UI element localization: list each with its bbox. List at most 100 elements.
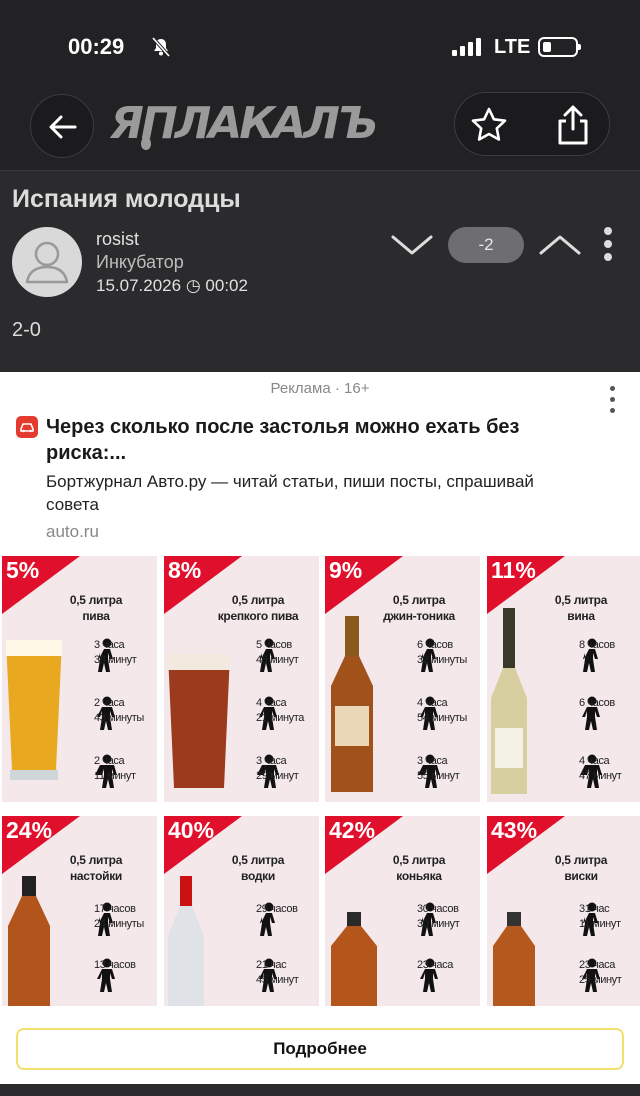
- time-row: 23 часа: [387, 956, 479, 996]
- brown-bottle-icon: [327, 616, 377, 801]
- time-row: 8 часов: [549, 636, 640, 676]
- time-label: 5 часов 48 минут: [256, 639, 299, 666]
- post-body: 2-0: [12, 319, 41, 341]
- time-row: 2 часа 11 минут: [64, 752, 156, 792]
- vodka-bottle-icon: [166, 876, 206, 1006]
- star-icon[interactable]: [469, 105, 509, 145]
- chevron-down-icon[interactable]: [390, 233, 434, 257]
- post-date: 15.07.2026 ◷ 00:02: [96, 276, 248, 296]
- author-rank: Инкубатор: [96, 252, 184, 272]
- time-label: 4 часа 21 минута: [256, 697, 305, 724]
- back-button[interactable]: [30, 94, 94, 158]
- time-label: 21 час 45 минут: [256, 959, 299, 986]
- whisky-bottle-icon: [489, 912, 539, 1006]
- drink-label: 0,5 литра коньяка: [392, 853, 446, 883]
- more-options-icon[interactable]: [602, 227, 614, 267]
- percent-label: 42%: [329, 817, 376, 843]
- time-row: 30 часов 30 минут: [387, 900, 479, 940]
- bell-muted-icon: [151, 36, 171, 58]
- time-label: 3 часа 55 минут: [417, 755, 460, 782]
- time-label: 2 часа 11 минут: [94, 755, 136, 782]
- infographic-card: 42% 0,5 литра коньяка 30 часов 30 минут 23 …: [325, 816, 480, 1006]
- ad-block[interactable]: Реклама · 16+ Через сколько после застол…: [0, 372, 640, 1084]
- infographic-card: 24% 0,5 литра настойки 17 часов 24 минуты 1…: [2, 816, 157, 1006]
- avatar[interactable]: [12, 227, 82, 297]
- drink-label: 0,5 литра крепкого пива: [217, 593, 299, 623]
- post: Испания молодцы rosist Инкубатор 15.07.2…: [0, 171, 640, 355]
- time-row: 4 часа 21 минута: [226, 694, 318, 734]
- network-label: LTE: [494, 36, 531, 58]
- infographic-card: 5% 0,5 литра пива 3 часа 38 минут 2 часа 43 …: [2, 556, 157, 802]
- drink-label: 0,5 литра настойки: [69, 853, 123, 883]
- ad-title[interactable]: Через сколько после застолья можно ехать…: [46, 414, 586, 466]
- percent-label: 8%: [168, 557, 202, 583]
- time-label: 6 часов: [579, 697, 615, 709]
- app-header: ЯПЛАКАЛЪ: [0, 90, 640, 171]
- time-label: 23 часа: [417, 959, 453, 971]
- cognac-bottle-icon: [327, 912, 381, 1006]
- infographic-card: 11% 0,5 литра вина 8 часов 6 часов 4 часа 47…: [487, 556, 640, 802]
- signal-icon: [452, 38, 481, 56]
- post-score: -2: [448, 227, 524, 263]
- percent-label: 40%: [168, 817, 215, 843]
- percent-label: 24%: [6, 817, 53, 843]
- ad-subtitle: Бортжурнал Авто.ру — читай статьи, пиши …: [46, 472, 534, 514]
- chevron-up-icon[interactable]: [538, 233, 582, 257]
- wine-bottle-icon: [489, 608, 529, 802]
- liqueur-bottle-icon: [4, 876, 54, 1006]
- drink-label: 0,5 литра джин-тоника: [383, 593, 455, 623]
- share-icon[interactable]: [553, 103, 593, 147]
- ad-domain: auto.ru: [46, 522, 99, 541]
- time-row: 6 часов: [549, 694, 640, 734]
- post-date-value: 15.07.2026: [96, 276, 182, 295]
- percent-label: 9%: [329, 557, 363, 583]
- time-label: 17 часов 24 минуты: [94, 903, 144, 930]
- time-label: 13 часов: [94, 959, 136, 971]
- time-row: 2 часа 43 минуты: [64, 694, 156, 734]
- time-label: 3 часа 38 минут: [94, 639, 137, 666]
- time-row: 5 часов 48 минут: [226, 636, 318, 676]
- logo-drop-icon: [141, 136, 151, 150]
- time-label: 2 часа 43 минуты: [94, 697, 144, 724]
- post-time-value: 00:02: [205, 276, 248, 295]
- time-row: 4 часа 54 минуты: [387, 694, 479, 734]
- ad-menu-icon[interactable]: [610, 386, 618, 419]
- battery-icon: [538, 37, 581, 57]
- percent-label: 43%: [491, 817, 538, 843]
- infographic-card: 40% 0,5 литра водки 29 часов 21 час 45 мину…: [164, 816, 319, 1006]
- time-row: 23 часа 25 минут: [549, 956, 640, 996]
- clock-icon: ◷: [185, 276, 201, 295]
- time-label: 3 часа 29 минут: [256, 755, 299, 782]
- time-row: 3 часа 55 минут: [387, 752, 479, 792]
- drink-label: 0,5 литра водки: [231, 853, 285, 883]
- time-label: 8 часов: [579, 639, 615, 651]
- time-row: 31 час 11 минут: [549, 900, 640, 940]
- time-label: 4 часа 47 минут: [579, 755, 622, 782]
- time-row: 4 часа 47 минут: [549, 752, 640, 792]
- ad-infographic[interactable]: 5% 0,5 литра пива 3 часа 38 минут 2 часа 43 …: [0, 556, 640, 1008]
- time-row: 21 час 45 минут: [226, 956, 318, 996]
- infographic-card: 8% 0,5 литра крепкого пива 5 часов 48 мину…: [164, 556, 319, 802]
- drink-label: 0,5 литра пива: [69, 593, 123, 623]
- percent-label: 11%: [491, 557, 536, 583]
- post-title: Испания молодцы: [12, 185, 241, 213]
- drink-label: 0,5 литра виски: [554, 853, 608, 883]
- post-author[interactable]: rosist: [96, 229, 139, 250]
- percent-label: 5%: [6, 557, 40, 583]
- time-label: 6 часов 32 минуты: [417, 639, 467, 666]
- time-label: 23 часа 25 минут: [579, 959, 622, 986]
- drink-label: 0,5 литра вина: [554, 593, 608, 623]
- infographic-card: 43% 0,5 литра виски 31 час 11 минут 23 часа…: [487, 816, 640, 1006]
- time-label: 4 часа 54 минуты: [417, 697, 467, 724]
- time-label: 31 час 11 минут: [579, 903, 621, 930]
- time-row: 3 часа 29 минут: [226, 752, 318, 792]
- time-row: 29 часов: [226, 900, 318, 940]
- status-bar: 00:29 LTE: [0, 0, 640, 90]
- ad-label: Реклама · 16+: [270, 380, 370, 397]
- time-row: 17 часов 24 минуты: [64, 900, 156, 940]
- more-button[interactable]: Подробнее: [16, 1028, 624, 1070]
- auto-ru-logo-icon: [16, 416, 38, 438]
- time-label: 30 часов 30 минут: [417, 903, 460, 930]
- beer-glass-icon: [4, 636, 64, 801]
- arrow-left-icon: [49, 115, 77, 139]
